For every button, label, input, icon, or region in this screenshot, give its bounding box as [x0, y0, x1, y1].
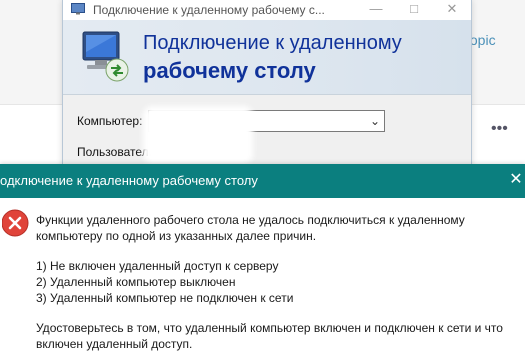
- message-line1: Функции удаленного рабочего стола не уда…: [36, 213, 465, 227]
- dialog-title: одключение к удаленному рабочему столу: [0, 173, 258, 188]
- remote-desktop-icon: [82, 31, 129, 82]
- maximize-button[interactable]: □: [397, 0, 431, 20]
- advice-line2: включен удаленный доступ.: [36, 337, 193, 351]
- rdp-banner: Подключение к удаленному рабочему столу: [63, 20, 471, 95]
- rdp-titlebar: Подключение к удаленному рабочему с... —…: [63, 0, 471, 20]
- more-horizontal-icon[interactable]: •••: [491, 120, 508, 138]
- remote-desktop-icon: [71, 3, 85, 15]
- reason-3: 3) Удаленный компьютер не подключен к се…: [36, 291, 294, 305]
- reason-2: 2) Удаленный компьютер выключен: [36, 275, 236, 289]
- close-button[interactable]: ✕: [435, 0, 469, 20]
- dialog-titlebar: одключение к удаленному рабочему столу ✕: [0, 164, 525, 198]
- reason-1: 1) Не включен удаленный доступ к серверу: [36, 259, 279, 273]
- rdp-window-title: Подключение к удаленному рабочему с...: [93, 3, 325, 17]
- redaction-blur: [143, 106, 253, 164]
- message-line2: компьютеру по одной из указанных далее п…: [36, 229, 317, 243]
- computer-label: Компьютер:: [77, 114, 143, 128]
- error-icon: [2, 209, 29, 237]
- error-dialog: одключение к удаленному рабочему столу ✕…: [0, 164, 525, 364]
- minimize-button[interactable]: —: [359, 0, 393, 20]
- dialog-close-icon[interactable]: ✕: [507, 170, 525, 190]
- rdp-client-window: Подключение к удаленному рабочему с... —…: [62, 0, 472, 171]
- rdp-banner-title-line1: Подключение к удаленному: [143, 32, 402, 54]
- chevron-down-icon[interactable]: ⌄: [370, 114, 380, 128]
- advice-line1: Удостоверьтесь в том, что удаленный комп…: [36, 321, 503, 335]
- rdp-banner-title-line2: рабочему столу: [143, 58, 316, 83]
